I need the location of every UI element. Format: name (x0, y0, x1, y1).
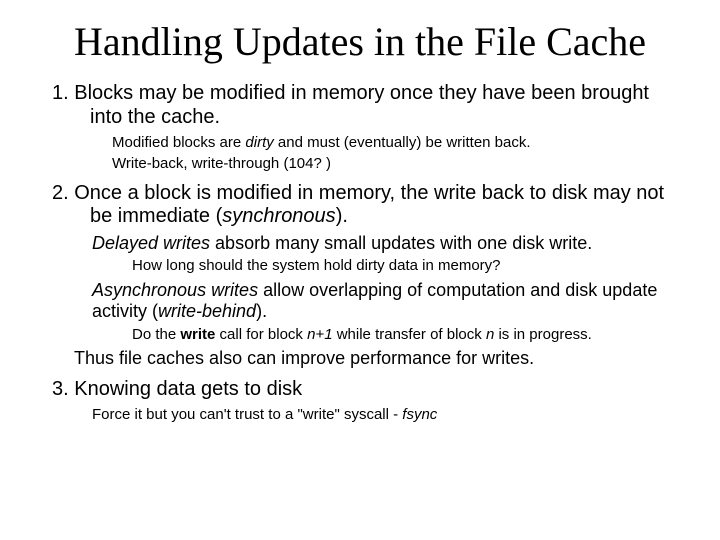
t: 2. Once a block is modified in memory, t… (52, 182, 664, 228)
t: ). (256, 301, 267, 321)
write-bold: write (180, 326, 215, 343)
delayed-em: Delayed writes (92, 233, 210, 253)
t: is in progress. (494, 326, 592, 343)
slide-title: Handling Updates in the File Cache (40, 20, 680, 64)
point-2: 2. Once a block is modified in memory, t… (52, 182, 668, 229)
point-1: 1. Blocks may be modified in memory once… (52, 82, 668, 129)
t: ). (336, 205, 348, 227)
write-behind-em: write-behind (158, 301, 256, 321)
t: call for block (215, 326, 307, 343)
dirty-em: dirty (245, 134, 273, 151)
point-1-text: 1. Blocks may be modified in memory once… (52, 82, 649, 128)
t: absorb many small updates with one disk … (210, 233, 592, 253)
point-2-delayed: Delayed writes absorb many small updates… (52, 233, 668, 255)
synchronous-em: synchronous (222, 205, 335, 227)
t: Do the (132, 326, 180, 343)
slide-body: 1. Blocks may be modified in memory once… (0, 82, 720, 424)
t: Modified blocks are (112, 134, 245, 151)
point-1-sub-a: Modified blocks are dirty and must (even… (52, 133, 668, 152)
point-3-sub: Force it but you can't trust to a "write… (52, 405, 668, 424)
point-2-async: Asynchronous writes allow overlapping of… (52, 280, 668, 323)
point-2-delayed-q: How long should the system hold dirty da… (52, 256, 668, 275)
t: Force it but you can't trust to a "write… (92, 406, 402, 423)
point-2-async-b: Do the write call for block n+1 while tr… (52, 325, 668, 344)
point-1-sub-b: Write-back, write-through (104? ) (52, 154, 668, 173)
n1-em: n+1 (307, 326, 332, 343)
point-2-thus: Thus file caches also can improve perfor… (52, 348, 668, 370)
fsync-em: fsync (402, 406, 437, 423)
async-em: Asynchronous writes (92, 280, 258, 300)
t: while transfer of block (333, 326, 486, 343)
t: and must (eventually) be written back. (274, 134, 531, 151)
slide: Handling Updates in the File Cache 1. Bl… (0, 0, 720, 540)
point-3: 3. Knowing data gets to disk (52, 378, 668, 402)
